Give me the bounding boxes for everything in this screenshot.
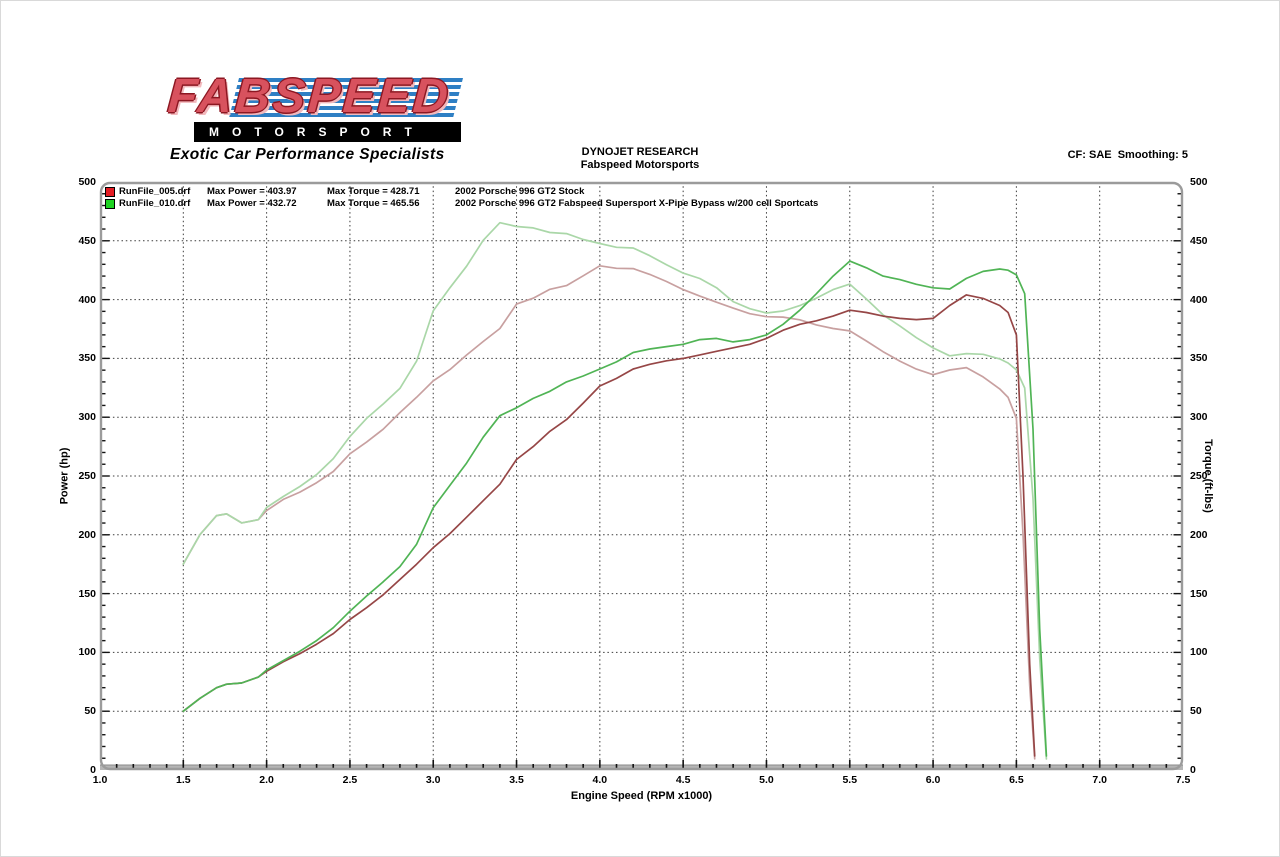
legend-row-fabspeed: RunFile_010.drf Max Power = 432.72 Max T… [105, 198, 818, 209]
power-tick-label: 450 [52, 235, 96, 247]
power-tick-label: 250 [52, 470, 96, 482]
rpm-tick-label: 3.5 [497, 774, 537, 786]
torque-tick-label: 150 [1190, 588, 1234, 600]
rpm-tick-label: 5.0 [746, 774, 786, 786]
power-tick-label: 150 [52, 588, 96, 600]
torque-tick-label: 400 [1190, 294, 1234, 306]
rpm-tick-label: 2.0 [247, 774, 287, 786]
power-tick-label: 350 [52, 352, 96, 364]
legend-max-torque: Max Torque = 428.71 [327, 186, 455, 197]
rpm-tick-label: 5.5 [830, 774, 870, 786]
chart-legend: RunFile_005.drf Max Power = 403.97 Max T… [105, 186, 818, 210]
power-tick-label: 300 [52, 411, 96, 423]
legend-max-power: Max Power = 403.97 [207, 186, 327, 197]
power-tick-label: 500 [52, 176, 96, 188]
correction-smoothing-label: CF: SAE Smoothing: 5 [1068, 149, 1188, 161]
power-tick-label: 200 [52, 529, 96, 541]
rpm-tick-label: 2.5 [330, 774, 370, 786]
power-tick-label: 400 [52, 294, 96, 306]
rpm-tick-label: 4.5 [663, 774, 703, 786]
rpm-tick-label: 7.5 [1163, 774, 1203, 786]
rpm-tick-label: 3.0 [413, 774, 453, 786]
torque-tick-label: 300 [1190, 411, 1234, 423]
dyno-chart: RunFile_005.drf Max Power = 403.97 Max T… [100, 182, 1183, 770]
legend-marker-red-icon [105, 187, 115, 197]
torque-tick-label: 100 [1190, 646, 1234, 658]
legend-max-power: Max Power = 432.72 [207, 198, 327, 209]
x-axis-title: Engine Speed (RPM x1000) [100, 790, 1183, 802]
logo-brand-text: FABSPEED [166, 70, 470, 124]
torque-tick-label: 500 [1190, 176, 1234, 188]
legend-row-stock: RunFile_005.drf Max Power = 403.97 Max T… [105, 186, 818, 197]
torque-tick-label: 350 [1190, 352, 1234, 364]
legend-run-file: RunFile_010.drf [119, 198, 207, 209]
rpm-tick-label: 1.5 [163, 774, 203, 786]
power-tick-label: 100 [52, 646, 96, 658]
torque-tick-label: 200 [1190, 529, 1234, 541]
logo-wordmark: FABSPEED [168, 70, 468, 126]
torque-tick-label: 50 [1190, 705, 1234, 717]
rpm-tick-label: 1.0 [80, 774, 120, 786]
legend-max-torque: Max Torque = 465.56 [327, 198, 455, 209]
legend-run-description: 2002 Porsche 996 GT2 Stock [455, 186, 584, 197]
legend-run-description: 2002 Porsche 996 GT2 Fabspeed Supersport… [455, 198, 818, 209]
rpm-tick-label: 6.5 [996, 774, 1036, 786]
torque-tick-label: 450 [1190, 235, 1234, 247]
page: { "logo": { "brand": "FABSPEED", "sub_br… [0, 0, 1280, 857]
dyno-plot-canvas [100, 182, 1183, 770]
legend-marker-green-icon [105, 199, 115, 209]
rpm-tick-label: 4.0 [580, 774, 620, 786]
legend-run-file: RunFile_005.drf [119, 186, 207, 197]
power-tick-label: 50 [52, 705, 96, 717]
rpm-tick-label: 7.0 [1080, 774, 1120, 786]
torque-tick-label: 250 [1190, 470, 1234, 482]
rpm-tick-label: 6.0 [913, 774, 953, 786]
